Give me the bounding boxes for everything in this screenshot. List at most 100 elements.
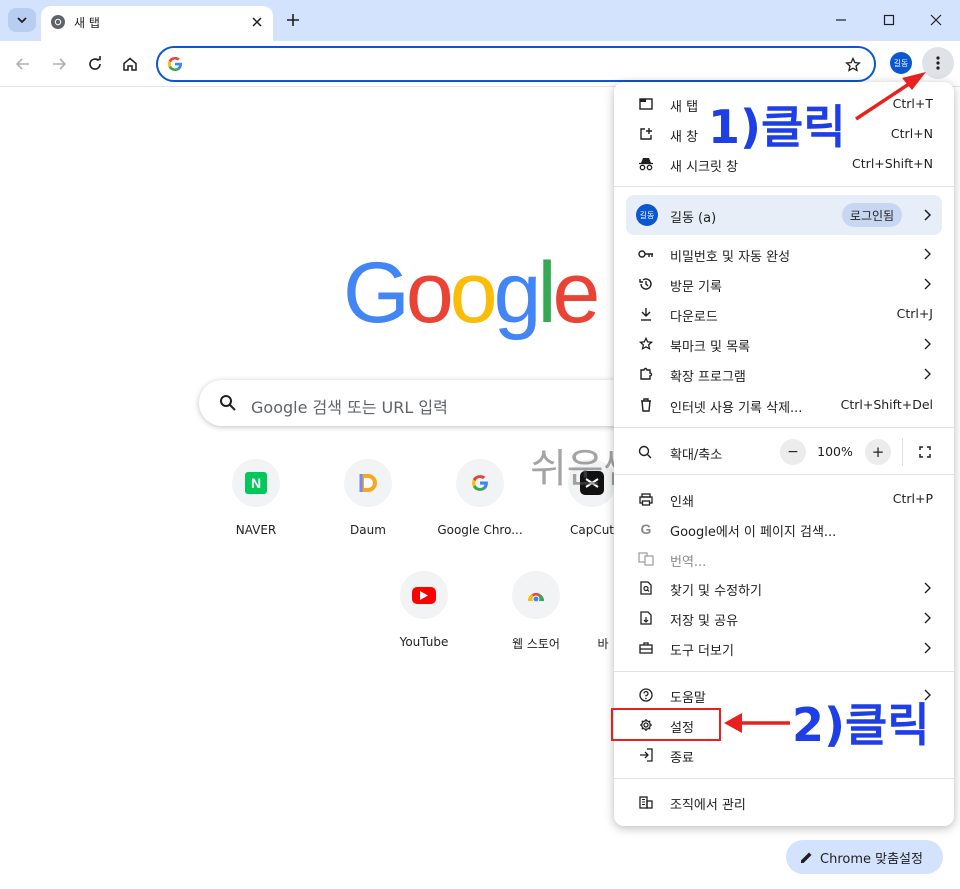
- home-button[interactable]: [116, 50, 144, 78]
- menu-shortcut: Ctrl+J: [896, 306, 933, 321]
- new-tab-icon: [638, 96, 654, 112]
- fullscreen-icon: [919, 446, 931, 458]
- zoom-out-button[interactable]: −: [780, 439, 806, 465]
- reload-icon: [89, 56, 101, 70]
- fullscreen-button[interactable]: [915, 442, 935, 462]
- menu-label: 번역...: [670, 555, 707, 570]
- chrome-menu-button[interactable]: [922, 47, 954, 79]
- google-g-icon: G: [640, 521, 652, 537]
- menu-item-extensions[interactable]: 확장 프로그램: [614, 359, 954, 389]
- menu-item-print[interactable]: 인쇄 Ctrl+P: [614, 484, 954, 514]
- menu-item-more-tools[interactable]: 도구 더보기: [614, 633, 954, 663]
- tab-close-button[interactable]: [247, 12, 267, 32]
- new-tab-button[interactable]: [282, 9, 304, 31]
- zoom-level: 100%: [817, 444, 853, 459]
- menu-label: 북마크 및 목록: [670, 340, 751, 355]
- menu-label: 비밀번호 및 자동 완성: [670, 250, 791, 265]
- shortcut-label: 웹 스토어: [512, 637, 560, 651]
- find-in-page-icon: [638, 580, 654, 596]
- shortcut-daum[interactable]: Daum: [312, 459, 424, 559]
- toolbar: 길동: [0, 41, 960, 87]
- menu-divider: [614, 671, 954, 672]
- menu-item-save-share[interactable]: 저장 및 공유: [614, 603, 954, 633]
- menu-item-profile[interactable]: 길동 길동 (a) 로그인됨: [626, 195, 942, 235]
- menu-item-search-page[interactable]: G Google에서 이 페이지 검색...: [614, 514, 954, 544]
- tab-search-button[interactable]: [8, 8, 36, 32]
- star-icon: [638, 336, 654, 352]
- shortcut-youtube[interactable]: YouTube: [368, 571, 480, 671]
- address-bar[interactable]: [156, 46, 876, 82]
- maximize-button[interactable]: [874, 6, 904, 34]
- webstore-icon: [512, 571, 560, 619]
- menu-item-clear-browsing-data[interactable]: 인터넷 사용 기록 삭제... Ctrl+Shift+Del: [614, 390, 954, 420]
- chevron-right-icon: [924, 248, 931, 260]
- tab-title: 새 탭: [74, 16, 100, 30]
- incognito-icon: [638, 156, 654, 172]
- printer-icon: [638, 491, 654, 507]
- menu-item-translate[interactable]: 번역...: [614, 544, 954, 574]
- close-icon: [252, 17, 262, 27]
- menu-item-zoom: 확대/축소 − 100% +: [614, 436, 954, 468]
- annotation-step1: 1)클릭: [708, 100, 846, 154]
- zoom-label: 확대/축소: [670, 448, 723, 463]
- shortcut-label: Google Chro...: [437, 523, 523, 537]
- menu-item-find-edit[interactable]: 찾기 및 수정하기: [614, 573, 954, 603]
- minimize-button[interactable]: [826, 6, 856, 34]
- menu-label: 다운로드: [670, 310, 718, 325]
- zoom-divider: [902, 438, 903, 466]
- chevron-right-icon: [924, 642, 931, 654]
- shortcut-label: 바: [597, 637, 609, 651]
- profile-avatar-button[interactable]: 길동: [890, 52, 912, 74]
- google-g-icon: [168, 57, 182, 71]
- key-icon: [638, 246, 654, 262]
- menu-label: 새 탭: [670, 100, 699, 115]
- trash-icon: [638, 397, 654, 413]
- menu-label: 조직에서 관리: [670, 798, 746, 813]
- menu-label: 새 창: [670, 130, 699, 145]
- history-icon: [638, 276, 654, 292]
- shortcut-google-chrome[interactable]: Google Chro...: [424, 459, 536, 559]
- tab-new-tab[interactable]: 새 탭: [41, 6, 273, 41]
- arrow-left-icon: [15, 58, 29, 70]
- plus-icon: [287, 14, 299, 26]
- chevron-right-icon: [924, 612, 931, 624]
- building-icon: [638, 794, 654, 810]
- zoom-icon: [638, 444, 652, 463]
- toolbox-icon: [638, 640, 654, 656]
- chrome-icon: [51, 15, 65, 29]
- window-close-button[interactable]: [921, 6, 951, 34]
- chevron-right-icon: [924, 368, 931, 380]
- three-dots-vertical-icon: [936, 56, 940, 70]
- menu-item-passwords[interactable]: 비밀번호 및 자동 완성: [614, 239, 954, 269]
- chevron-right-icon: [924, 582, 931, 594]
- forward-button[interactable]: [45, 50, 73, 78]
- menu-item-downloads[interactable]: 다운로드 Ctrl+J: [614, 299, 954, 329]
- arrow-right-icon: [53, 58, 67, 70]
- menu-label: 저장 및 공유: [670, 614, 739, 629]
- back-button[interactable]: [9, 50, 37, 78]
- shortcut-label: YouTube: [399, 635, 449, 649]
- menu-label: 찾기 및 수정하기: [670, 584, 762, 599]
- zoom-in-button[interactable]: +: [865, 439, 891, 465]
- bookmark-star-button[interactable]: [842, 54, 864, 76]
- shortcut-naver[interactable]: N NAVER: [200, 459, 312, 559]
- save-share-icon: [638, 610, 654, 626]
- menu-label: 도구 더보기: [670, 644, 734, 659]
- pencil-icon: [801, 852, 812, 863]
- menu-item-managed[interactable]: 조직에서 관리: [614, 787, 954, 817]
- signed-in-badge: 로그인됨: [842, 203, 902, 227]
- shortcut-web-store[interactable]: 웹 스토어: [480, 571, 592, 671]
- menu-label: 인쇄: [670, 495, 694, 510]
- shortcut-label: Daum: [350, 523, 386, 537]
- customize-chrome-button[interactable]: Chrome 맞춤설정: [786, 840, 943, 874]
- menu-label: 새 시크릿 창: [670, 160, 739, 175]
- menu-item-bookmarks[interactable]: 북마크 및 목록: [614, 329, 954, 359]
- menu-label: 인터넷 사용 기록 삭제...: [670, 401, 803, 416]
- menu-label: 도움말: [670, 691, 706, 706]
- daum-icon: [344, 459, 392, 507]
- address-input[interactable]: [192, 54, 832, 74]
- shortcut-add[interactable]: 바: [592, 571, 614, 671]
- reload-button[interactable]: [81, 50, 109, 78]
- menu-item-history[interactable]: 방문 기록: [614, 269, 954, 299]
- menu-label: 확장 프로그램: [670, 370, 746, 385]
